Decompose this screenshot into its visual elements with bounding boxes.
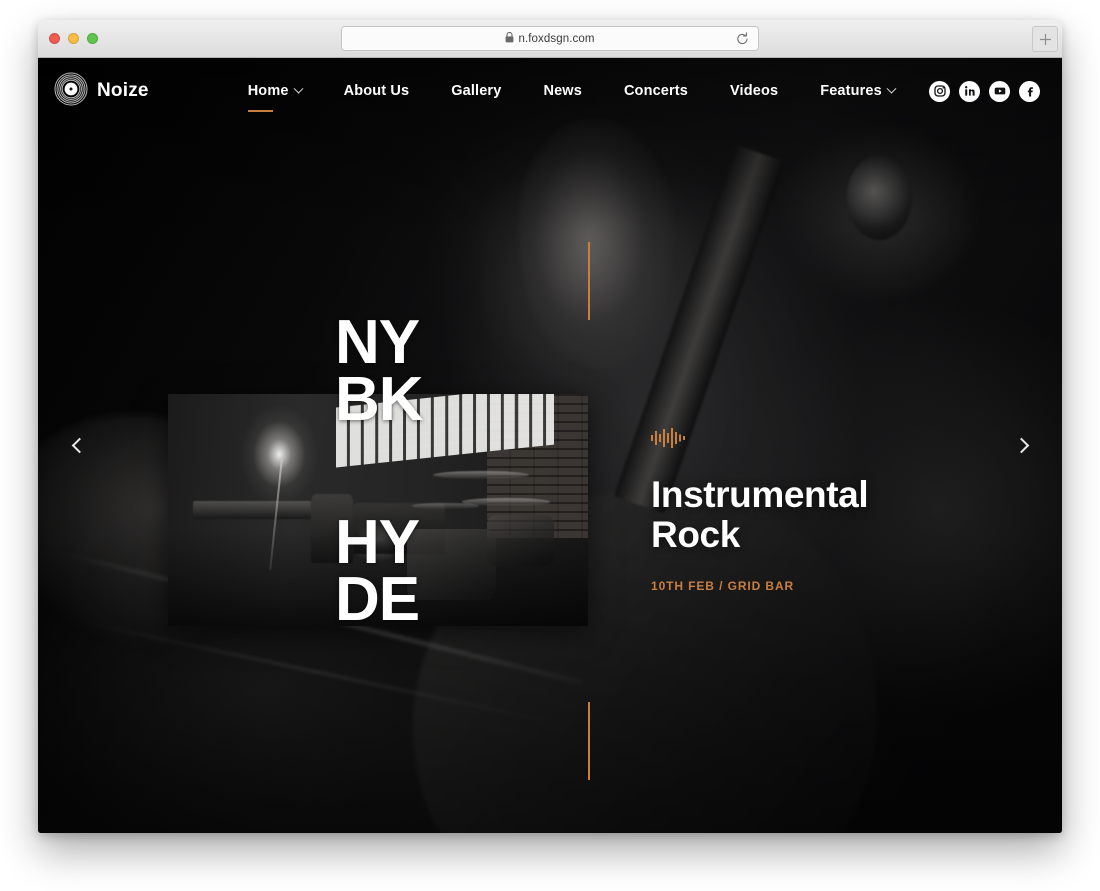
address-bar[interactable]: n.foxdsgn.com	[341, 26, 759, 51]
type-line-3: HY	[335, 508, 420, 578]
type-line-2: BK	[335, 365, 424, 435]
slider-prev-button[interactable]	[60, 429, 94, 463]
nav-label-features: Features	[820, 83, 882, 99]
thumb-keyboard	[193, 500, 311, 520]
brand-logo[interactable]: Noize	[54, 72, 149, 111]
slide-typography-stack: NY BK HY DE	[335, 308, 424, 635]
type-line-1: NY	[335, 308, 420, 377]
youtube-icon[interactable]	[989, 80, 1010, 102]
zoom-window-button[interactable]	[87, 33, 98, 44]
chevron-down-icon	[886, 83, 897, 94]
chevron-down-icon	[293, 83, 304, 94]
slider-next-button[interactable]	[1006, 429, 1040, 463]
equalizer-icon	[651, 428, 981, 453]
address-bar-content: n.foxdsgn.com	[505, 30, 594, 48]
nav-item-features[interactable]: Features	[799, 73, 916, 109]
nav-label-gallery: Gallery	[451, 83, 502, 99]
page-viewport: Noize Home About Us Gallery News Concert…	[38, 58, 1062, 833]
nav-item-about-us[interactable]: About Us	[323, 73, 431, 109]
slide-title-line-2: Rock	[651, 513, 740, 555]
nav-item-gallery[interactable]: Gallery	[430, 73, 522, 109]
slide-info: Instrumental Rock 10TH FEB / GRID BAR	[651, 428, 981, 593]
site-header: Noize Home About Us Gallery News Concert…	[38, 58, 1062, 124]
chevron-left-icon	[71, 437, 87, 454]
main-navigation: Home About Us Gallery News Concerts Vide…	[227, 73, 916, 112]
accent-rule-bottom	[588, 702, 590, 780]
slide-title-line-1: Instrumental	[651, 474, 869, 515]
nav-label-about-us: About Us	[343, 83, 410, 99]
nav-item-concerts[interactable]: Concerts	[603, 73, 709, 109]
address-bar-url: n.foxdsgn.com	[518, 32, 595, 45]
nav-label-home: Home	[247, 83, 289, 99]
chevron-right-icon	[1013, 437, 1029, 454]
nav-label-concerts: Concerts	[623, 83, 688, 99]
nav-label-news: News	[543, 83, 582, 99]
slide-title: Instrumental Rock	[651, 475, 981, 555]
new-tab-button[interactable]	[1032, 26, 1058, 52]
minimize-window-button[interactable]	[68, 33, 79, 44]
type-line-4: DE	[335, 565, 420, 635]
nav-label-videos: Videos	[730, 83, 779, 99]
reload-icon[interactable]	[736, 32, 749, 51]
nav-item-news[interactable]: News	[522, 73, 602, 109]
nav-item-home[interactable]: Home	[227, 73, 323, 112]
lock-icon	[505, 30, 514, 48]
type-stack-gap	[335, 428, 423, 514]
brand-name: Noize	[97, 80, 149, 101]
accent-rule-top	[588, 242, 590, 320]
vinyl-record-icon	[54, 72, 88, 111]
browser-chrome: n.foxdsgn.com	[38, 20, 1062, 58]
linkedin-icon[interactable]	[959, 80, 980, 102]
window-traffic-lights	[49, 33, 98, 44]
browser-window: n.foxdsgn.com Noize Home About Us Galler…	[38, 20, 1062, 833]
thumb-floor-tom	[487, 514, 555, 566]
thumb-cymbal	[432, 470, 530, 479]
social-links	[929, 80, 1040, 102]
instagram-icon[interactable]	[929, 80, 950, 102]
facebook-icon[interactable]	[1019, 80, 1040, 102]
nav-item-videos[interactable]: Videos	[709, 73, 799, 109]
slide-meta: 10TH FEB / GRID BAR	[651, 578, 795, 593]
plus-icon	[1039, 33, 1051, 45]
close-window-button[interactable]	[49, 33, 60, 44]
